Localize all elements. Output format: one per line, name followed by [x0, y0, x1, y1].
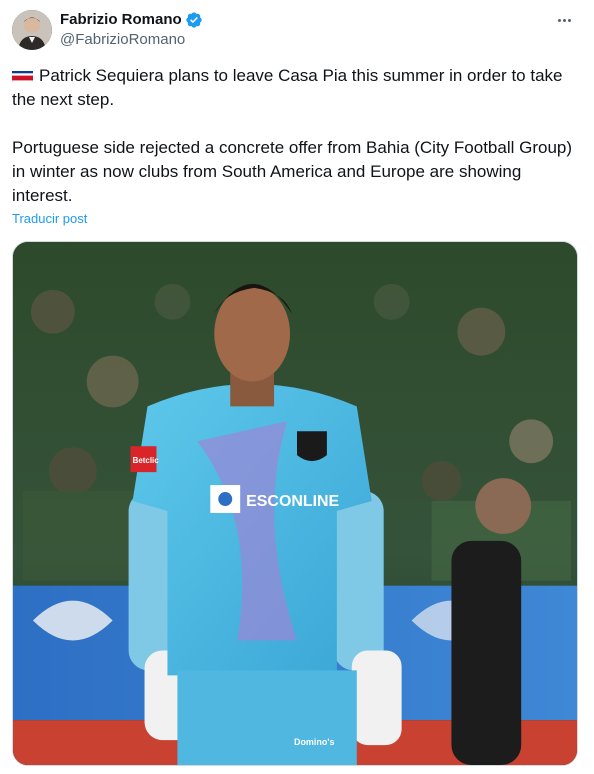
translate-post-link[interactable]: Traducir post — [12, 211, 87, 227]
verified-badge-icon — [185, 11, 203, 29]
post-text: Patrick Sequiera plans to leave Casa Pia… — [12, 64, 582, 208]
post-paragraph-1-text: Patrick Sequiera plans to leave Casa Pia… — [12, 66, 563, 109]
shirt-sponsor-text: ESCONLINE — [246, 493, 339, 510]
post-paragraph-1: Patrick Sequiera plans to leave Casa Pia… — [12, 64, 582, 112]
author-handle[interactable]: @FabrizioRomano — [60, 31, 185, 49]
author-name-row[interactable]: Fabrizio Romano — [60, 11, 203, 29]
post-image[interactable]: ESCONLINE Domino's Betclic — [12, 241, 578, 766]
more-options-icon[interactable] — [552, 10, 576, 30]
avatar[interactable] — [12, 10, 52, 50]
tweet-card: Fabrizio Romano @FabrizioRomano Patrick … — [0, 0, 594, 774]
costa-rica-flag-icon — [12, 68, 33, 82]
post-paragraph-2: Portuguese side rejected a concrete offe… — [12, 138, 573, 205]
author-display-name[interactable]: Fabrizio Romano — [60, 11, 182, 29]
sleeve-sponsor-text: Betclic — [133, 456, 160, 465]
shorts-sponsor-text: Domino's — [294, 737, 334, 747]
